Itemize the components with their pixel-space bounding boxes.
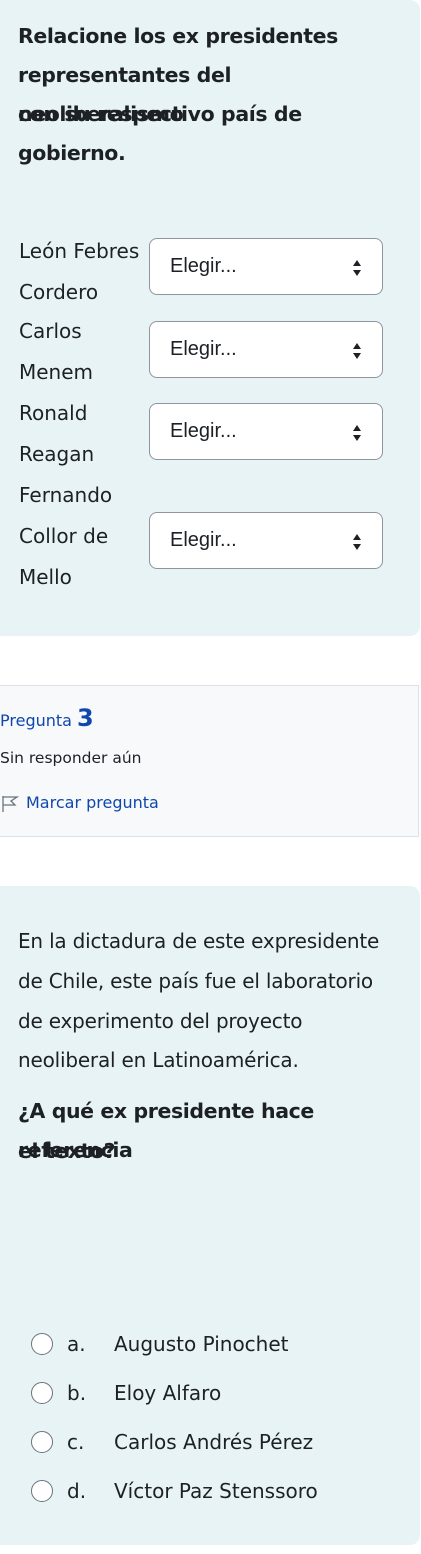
match-row-label: León Febres Cordero	[19, 239, 140, 304]
radio-button[interactable]	[31, 1480, 53, 1502]
select-value: Elegir...	[170, 338, 237, 360]
question-prompt-line: Relacione los ex presidentes	[18, 24, 338, 48]
question-text-line: En la dictadura de este expresidente	[18, 929, 380, 953]
question-prompt-line: con su respectivo país de gobierno.	[18, 102, 302, 165]
match-select[interactable]: Elegir...	[149, 403, 383, 460]
sort-arrows-icon	[353, 425, 361, 441]
match-row-label: Fernando Collor de Mello	[19, 483, 113, 589]
select-value: Elegir...	[170, 255, 237, 277]
question-state: Sin responder aún	[0, 749, 142, 767]
select-value: Elegir...	[170, 529, 237, 551]
flag-icon	[2, 796, 19, 812]
radio-button[interactable]	[31, 1431, 53, 1453]
question-3-content: En la dictadura de este expresidente de …	[0, 886, 420, 1545]
sort-arrows-icon	[353, 534, 361, 550]
question-prompt-line: el texto?	[18, 1139, 116, 1163]
question-text-line: de experimento del proyecto	[18, 1009, 303, 1033]
question-number: Pregunta 3	[0, 704, 94, 732]
sort-arrows-icon	[353, 343, 361, 359]
radio-button[interactable]	[31, 1333, 53, 1355]
question-text-line: de Chile, este país fue el laboratorio	[18, 969, 373, 993]
radio-button[interactable]	[31, 1382, 53, 1404]
match-select[interactable]: Elegir...	[149, 321, 383, 378]
match-row-label: Ronald Reagan	[19, 401, 95, 466]
question-text-line: neoliberal en Latinoamérica.	[18, 1048, 299, 1072]
sort-arrows-icon	[353, 260, 361, 276]
select-value: Elegir...	[170, 420, 237, 442]
question-3-info: Pregunta 3 Sin responder aún Marcar preg…	[0, 685, 419, 837]
match-select[interactable]: Elegir...	[149, 238, 383, 295]
match-select[interactable]: Elegir...	[149, 512, 383, 569]
question-2-content: Relacione los ex presidentes representan…	[0, 0, 420, 636]
match-row-label: Carlos Menem	[19, 319, 94, 384]
